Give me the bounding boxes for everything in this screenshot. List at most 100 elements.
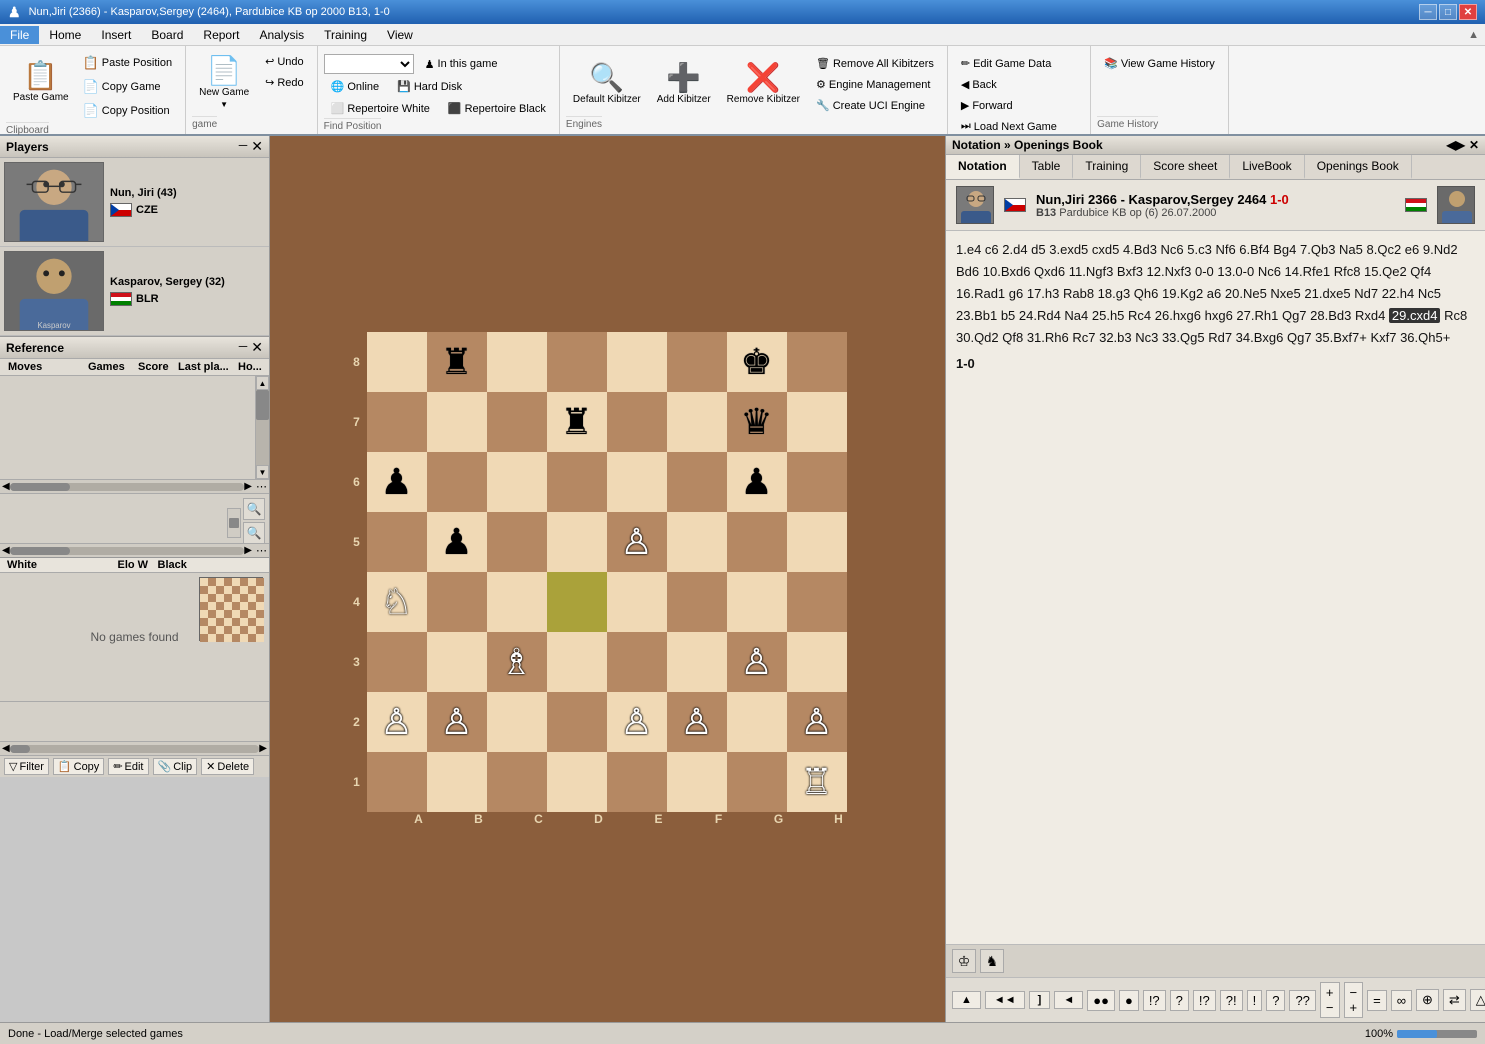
game-list-hscroll[interactable]: ◀ ▶ <box>0 741 269 755</box>
square-b4[interactable] <box>427 572 487 632</box>
tab-training[interactable]: Training <box>1073 155 1141 179</box>
engine-management-button[interactable]: ⚙ Engine Management <box>809 75 941 94</box>
square-e6[interactable] <box>607 452 667 512</box>
square-c5[interactable] <box>487 512 547 572</box>
square-d6[interactable] <box>547 452 607 512</box>
square-h6[interactable] <box>787 452 847 512</box>
position-select[interactable] <box>324 54 414 74</box>
nav-first[interactable]: ▲ <box>952 991 981 1009</box>
nav-prev-var[interactable]: ◄◄ <box>985 991 1025 1009</box>
notation-close-icon[interactable]: ✕ <box>1469 138 1479 152</box>
hscroll2-right[interactable]: ▶ <box>244 545 252 556</box>
square-g8[interactable]: ♚ <box>727 332 787 392</box>
default-kibitzer-button[interactable]: 🔍 Default Kibitzer <box>566 54 648 114</box>
minimize-button[interactable]: ─ <box>1419 4 1437 20</box>
sym-delta[interactable]: △ <box>1470 989 1485 1011</box>
reference-close-btn[interactable]: ✕ <box>251 339 263 356</box>
menu-board[interactable]: Board <box>141 26 193 44</box>
tab-table[interactable]: Table <box>1020 155 1074 179</box>
sym-arrows[interactable]: ⇄ <box>1443 989 1466 1011</box>
square-h8[interactable] <box>787 332 847 392</box>
menu-insert[interactable]: Insert <box>91 26 141 44</box>
hscroll2-left[interactable]: ◀ <box>2 545 10 556</box>
square-f8[interactable] <box>667 332 727 392</box>
sym-qmark2[interactable]: ?! <box>1220 990 1243 1011</box>
reference-scrollbar[interactable]: ▲ ▼ <box>255 376 269 479</box>
square-b2[interactable]: ♙ <box>427 692 487 752</box>
gl-hscroll-track[interactable] <box>10 745 260 753</box>
tab-livebook[interactable]: LiveBook <box>1230 155 1304 179</box>
square-h2[interactable]: ♙ <box>787 692 847 752</box>
load-next-game-button[interactable]: ⏭ Load Next Game <box>954 117 1084 136</box>
create-uci-button[interactable]: 🔧 Create UCI Engine <box>809 96 941 115</box>
square-f1[interactable] <box>667 752 727 812</box>
menu-analysis[interactable]: Analysis <box>249 26 314 44</box>
online-button[interactable]: 🌐 Online <box>324 77 387 96</box>
square-h5[interactable] <box>787 512 847 572</box>
square-f6[interactable] <box>667 452 727 512</box>
square-d4[interactable] <box>547 572 607 632</box>
clip-button[interactable]: 📎 Clip <box>153 758 198 775</box>
more-btn[interactable]: ⋯ <box>256 480 267 493</box>
square-g3[interactable]: ♙ <box>727 632 787 692</box>
square-f7[interactable] <box>667 392 727 452</box>
v-zoom-slider[interactable] <box>227 508 241 538</box>
square-e3[interactable] <box>607 632 667 692</box>
sym-blunder[interactable]: ?? <box>1289 990 1315 1011</box>
players-close-btn[interactable]: ✕ <box>251 138 263 155</box>
square-f4[interactable] <box>667 572 727 632</box>
menu-view[interactable]: View <box>377 26 423 44</box>
square-g7[interactable]: ♛ <box>727 392 787 452</box>
zoom-out-btn[interactable]: 🔍 <box>243 522 265 544</box>
square-d2[interactable] <box>547 692 607 752</box>
menu-report[interactable]: Report <box>193 26 249 44</box>
square-h7[interactable] <box>787 392 847 452</box>
square-b5[interactable]: ♟ <box>427 512 487 572</box>
edit-button[interactable]: ✏ Edit <box>108 758 148 775</box>
redo-button[interactable]: ↪ Redo <box>258 73 311 92</box>
square-a4[interactable]: ♘ <box>367 572 427 632</box>
square-a7[interactable] <box>367 392 427 452</box>
copy-game-button[interactable]: 📄 Copy Game <box>76 76 180 98</box>
square-e2[interactable]: ♙ <box>607 692 667 752</box>
close-button[interactable]: ✕ <box>1459 4 1477 20</box>
square-c4[interactable] <box>487 572 547 632</box>
sym-compensation[interactable]: ⊕ <box>1416 989 1439 1011</box>
square-c8[interactable] <box>487 332 547 392</box>
view-game-history-button[interactable]: 📚 View Game History <box>1097 54 1222 73</box>
repertoire-black-button[interactable]: ⬛ Repertoire Black <box>441 99 553 118</box>
square-f5[interactable] <box>667 512 727 572</box>
add-kibitzer-button[interactable]: ➕ Add Kibitzer <box>650 54 718 114</box>
sym-interestingq[interactable]: !? <box>1193 990 1216 1011</box>
square-e7[interactable] <box>607 392 667 452</box>
reference-collapse-btn[interactable]: ─ <box>239 339 248 356</box>
reference-hscroll[interactable]: ◀ ▶ ⋯ <box>0 479 269 493</box>
sym-bad[interactable]: ? <box>1266 990 1285 1011</box>
square-d8[interactable] <box>547 332 607 392</box>
menu-training[interactable]: Training <box>314 26 377 44</box>
hscroll-track[interactable] <box>10 483 245 491</box>
forward-button[interactable]: ▶ Forward <box>954 96 1084 115</box>
highlighted-move[interactable]: 29.cxd4 <box>1389 308 1441 323</box>
square-f2[interactable]: ♙ <box>667 692 727 752</box>
remove-kibitzer-button[interactable]: ❌ Remove Kibitzer <box>720 54 807 114</box>
square-d3[interactable] <box>547 632 607 692</box>
square-g5[interactable] <box>727 512 787 572</box>
square-b6[interactable] <box>427 452 487 512</box>
ribbon-collapse[interactable]: ▲ <box>1468 29 1485 41</box>
undo-button[interactable]: ↩ Undo <box>258 52 311 71</box>
hscroll-left[interactable]: ◀ <box>2 481 10 492</box>
nav-bracket[interactable]: ] <box>1029 991 1051 1009</box>
in-this-game-button[interactable]: ♟ In this game <box>418 55 505 74</box>
remove-all-kibitzers-button[interactable]: 🗑 Remove All Kibitzers <box>809 54 941 73</box>
square-c3[interactable]: ♗ <box>487 632 547 692</box>
sym-good[interactable]: ● <box>1119 990 1139 1011</box>
scroll-down-btn[interactable]: ▼ <box>256 465 269 479</box>
sym-white-wins[interactable]: +− <box>1320 982 1340 1018</box>
piece-white-icon[interactable]: ♔ <box>952 949 976 973</box>
square-a6[interactable]: ♟ <box>367 452 427 512</box>
repertoire-white-button[interactable]: ⬜ Repertoire White <box>324 99 437 118</box>
square-h3[interactable] <box>787 632 847 692</box>
square-a5[interactable] <box>367 512 427 572</box>
square-b1[interactable] <box>427 752 487 812</box>
